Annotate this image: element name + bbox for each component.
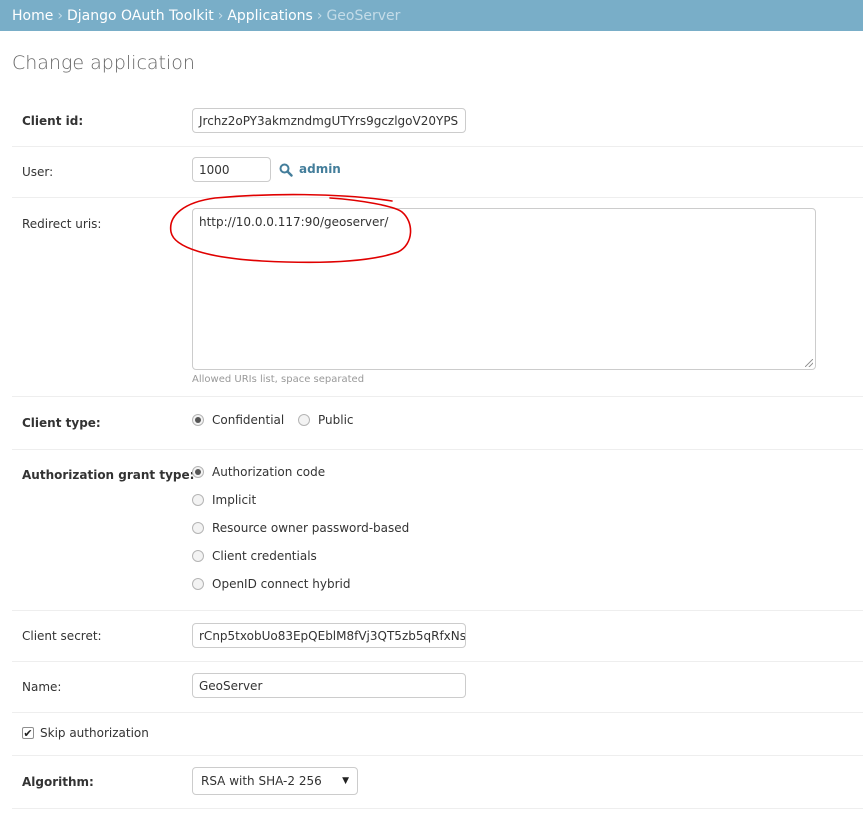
form-row-user: User: 1000 admin: [12, 147, 863, 198]
form-row-client-type: Client type: Confidential Public: [12, 397, 863, 450]
redirect-uris-value: http://10.0.0.117:90/geoserver/: [199, 215, 389, 229]
algorithm-label: Algorithm:: [22, 775, 94, 789]
user-input[interactable]: 1000: [192, 157, 271, 182]
radio-button-icon[interactable]: [298, 414, 310, 426]
name-label: Name:: [22, 680, 62, 694]
breadcrumb-separator: ›: [316, 7, 323, 24]
breadcrumb-separator: ›: [57, 7, 63, 24]
redirect-uris-textarea[interactable]: http://10.0.0.117:90/geoserver/: [192, 208, 816, 370]
radio-confidential[interactable]: Confidential: [192, 413, 284, 427]
radio-button-icon[interactable]: [192, 550, 204, 562]
form-row-algorithm: Algorithm: RSA with SHA-2 256 ▼: [12, 756, 863, 809]
redirect-uris-help: Allowed URIs list, space separated: [192, 374, 365, 385]
client-secret-input[interactable]: rCnp5txobUo83EpQEblM8fVj3QT5zb5qRfxNs: [192, 623, 466, 648]
radio-implicit-label: Implicit: [212, 493, 257, 507]
name-input[interactable]: GeoServer: [192, 673, 466, 698]
algorithm-select[interactable]: RSA with SHA-2 256 ▼: [192, 767, 358, 795]
radio-openid-hybrid-label: OpenID connect hybrid: [212, 577, 351, 591]
breadcrumb-home[interactable]: Home: [12, 8, 53, 24]
chevron-down-icon: ▼: [342, 776, 349, 786]
radio-openid-hybrid[interactable]: OpenID connect hybrid: [192, 577, 351, 591]
radio-authorization-code-label: Authorization code: [212, 465, 326, 479]
form-row-client-secret: Client secret: rCnp5txobUo83EpQEblM8fVj3…: [12, 611, 863, 662]
skip-authorization-checkbox[interactable]: ✔ Skip authorization: [22, 726, 149, 740]
client-type-label: Client type:: [22, 416, 101, 430]
radio-button-icon[interactable]: [192, 578, 204, 590]
radio-button-icon[interactable]: [192, 522, 204, 534]
resize-handle-icon[interactable]: [805, 359, 813, 367]
client-secret-label: Client secret:: [22, 629, 102, 643]
form-row-skip-authorization: ✔ Skip authorization: [12, 713, 863, 756]
radio-client-credentials-label: Client credentials: [212, 549, 317, 563]
breadcrumb-separator: ›: [217, 7, 224, 24]
radio-authorization-code[interactable]: Authorization code: [192, 465, 325, 479]
user-label: User:: [22, 165, 54, 179]
radio-implicit[interactable]: Implicit: [192, 493, 256, 507]
radio-button-icon[interactable]: [192, 414, 204, 426]
client-id-label: Client id:: [22, 114, 84, 128]
radio-public-label: Public: [318, 413, 354, 427]
breadcrumb-applications[interactable]: Applications: [227, 8, 313, 24]
radio-public[interactable]: Public: [298, 413, 354, 427]
checkmark-icon[interactable]: ✔: [22, 727, 34, 739]
radio-button-icon[interactable]: [192, 466, 204, 478]
algorithm-selected-value: RSA with SHA-2 256: [201, 774, 322, 788]
breadcrumb-django-oauth-toolkit[interactable]: Django OAuth Toolkit: [67, 8, 214, 24]
radio-password[interactable]: Resource owner password-based: [192, 521, 409, 535]
page-title: Change application: [12, 52, 195, 74]
radio-password-label: Resource owner password-based: [212, 521, 410, 535]
breadcrumb-current: GeoServer: [326, 7, 401, 24]
form-row-name: Name: GeoServer: [12, 662, 863, 713]
radio-button-icon[interactable]: [192, 494, 204, 506]
client-id-input[interactable]: Jrchz2oPY3akmzndmgUTYrs9gczlgoV20YPS: [192, 108, 466, 133]
form-row-client-id: Client id: Jrchz2oPY3akmzndmgUTYrs9gczlg…: [12, 96, 863, 147]
radio-confidential-label: Confidential: [212, 413, 285, 427]
form-row-grant-type: Authorization grant type: Authorization …: [12, 450, 863, 611]
search-icon[interactable]: [279, 163, 293, 177]
user-lookup-link[interactable]: admin: [299, 162, 341, 176]
breadcrumb: Home › Django OAuth Toolkit › Applicatio…: [0, 0, 863, 31]
form-row-redirect-uris: Redirect uris: http://10.0.0.117:90/geos…: [12, 198, 863, 397]
grant-type-label: Authorization grant type:: [22, 468, 195, 482]
redirect-uris-label: Redirect uris:: [22, 217, 102, 231]
radio-client-credentials[interactable]: Client credentials: [192, 549, 317, 563]
skip-authorization-label: Skip authorization: [40, 726, 149, 740]
